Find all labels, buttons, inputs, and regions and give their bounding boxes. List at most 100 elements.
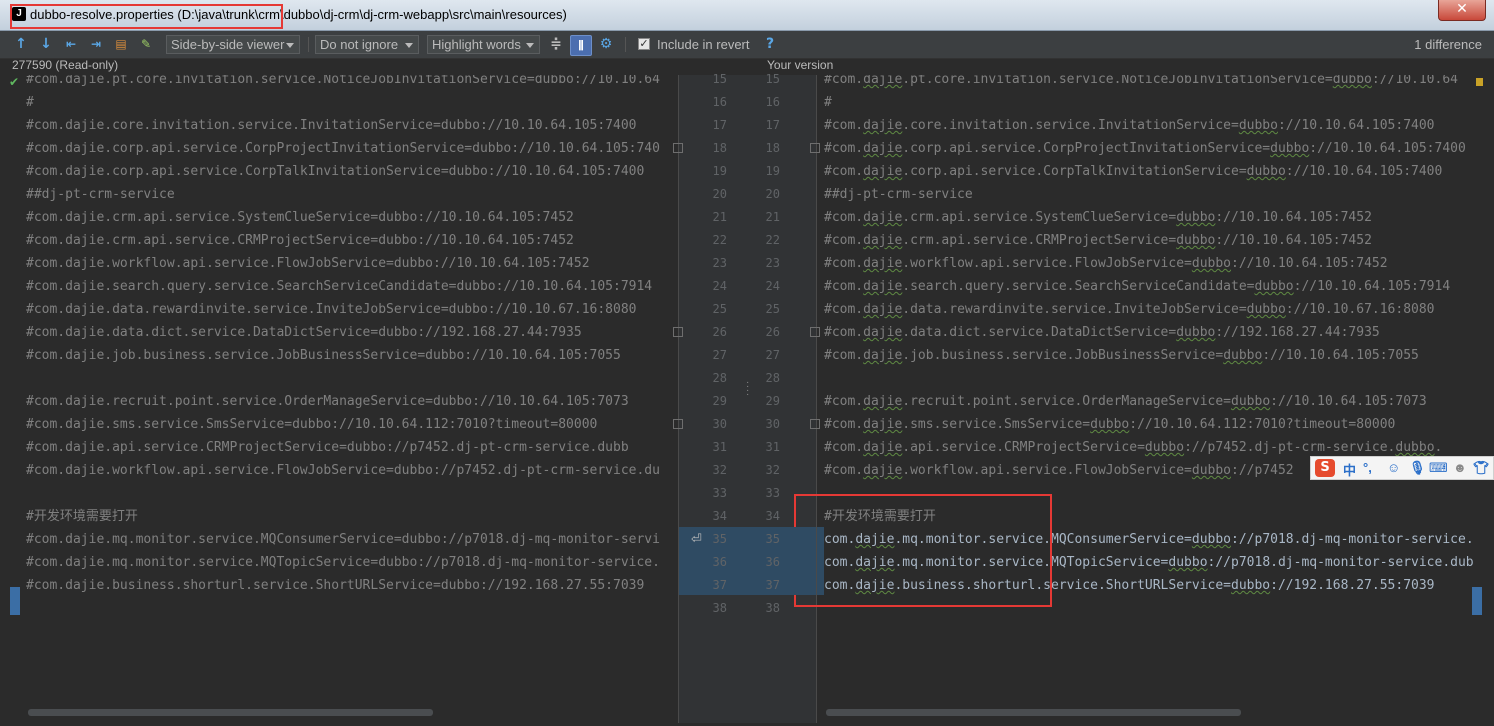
viewer-mode-select[interactable]: Side-by-side viewer bbox=[166, 35, 300, 54]
edit-source-icon[interactable]: ✎ bbox=[136, 35, 156, 54]
code-line[interactable]: #com.dajie.recruit.point.service.OrderMa… bbox=[824, 390, 1427, 413]
shirt-icon[interactable]: 👕︎ bbox=[1473, 460, 1490, 476]
line-number-left: 22 bbox=[712, 233, 727, 247]
left-error-stripe[interactable] bbox=[0, 75, 10, 705]
ime-logo[interactable]: S bbox=[1315, 459, 1335, 477]
line-number-left: 19 bbox=[712, 164, 727, 178]
code-line[interactable]: #com.dajie.crm.api.service.SystemClueSer… bbox=[824, 206, 1372, 229]
include-in-revert-checkbox[interactable]: ✓ bbox=[638, 38, 650, 50]
code-line[interactable]: #com.dajie.corp.api.service.CorpTalkInvi… bbox=[26, 160, 644, 183]
close-window-button[interactable]: ✕ bbox=[1438, 0, 1486, 21]
code-line[interactable]: #com.dajie.crm.api.service.CRMProjectSer… bbox=[26, 229, 574, 252]
code-line[interactable]: #com.dajie.mq.monitor.service.MQConsumer… bbox=[26, 528, 660, 551]
ime-toolbar[interactable]: S 中 °, ☺ 🎙︎ ⌨ ☻ 👕︎ bbox=[1310, 456, 1494, 480]
line-number-right: 26 bbox=[765, 325, 780, 339]
code-line[interactable]: #com.dajie.mq.monitor.service.MQTopicSer… bbox=[26, 551, 660, 574]
change-marker-right[interactable] bbox=[1472, 587, 1482, 615]
user-icon[interactable]: ☻ bbox=[1453, 460, 1467, 475]
line-number-right: 21 bbox=[765, 210, 780, 224]
help-icon[interactable]: ? bbox=[760, 35, 780, 54]
fold-marker-icon[interactable] bbox=[673, 327, 683, 337]
code-line[interactable]: #com.dajie.business.shorturl.service.Sho… bbox=[26, 574, 644, 597]
line-number-right: 27 bbox=[765, 348, 780, 362]
next-file-icon[interactable]: ⇥ bbox=[86, 35, 106, 54]
line-number-right: 18 bbox=[765, 141, 780, 155]
code-line[interactable]: #com.dajie.workflow.api.service.FlowJobS… bbox=[26, 252, 590, 275]
line-number-right: 29 bbox=[765, 394, 780, 408]
keyboard-icon[interactable]: ⌨ bbox=[1429, 460, 1448, 476]
fold-marker-icon[interactable] bbox=[673, 419, 683, 429]
highlight-mode-select[interactable]: Highlight words bbox=[427, 35, 540, 54]
previous-file-icon[interactable]: ⇤ bbox=[61, 35, 81, 54]
code-line[interactable]: #com.dajie.core.invitation.service.Invit… bbox=[26, 114, 636, 137]
code-line[interactable]: #com.dajie.data.rewardinvite.service.Inv… bbox=[824, 298, 1435, 321]
code-line[interactable]: #com.dajie.data.dict.service.DataDictSer… bbox=[824, 321, 1380, 344]
code-line[interactable]: #com.dajie.pt.core.invitation.service.No… bbox=[26, 75, 660, 91]
code-line[interactable]: #com.dajie.crm.api.service.CRMProjectSer… bbox=[824, 229, 1372, 252]
code-line[interactable]: #com.dajie.workflow.api.service.FlowJobS… bbox=[824, 459, 1294, 482]
change-marker-left[interactable] bbox=[10, 587, 20, 615]
fold-marker-icon[interactable] bbox=[810, 327, 820, 337]
code-line[interactable]: #开发环境需要打开 bbox=[26, 505, 138, 528]
code-line[interactable]: #com.dajie.corp.api.service.CorpProjectI… bbox=[26, 137, 660, 160]
code-line[interactable]: # bbox=[824, 91, 832, 114]
splitter-handle[interactable]: · · · · bbox=[746, 378, 749, 400]
microphone-icon[interactable]: 🎙︎ bbox=[1409, 460, 1426, 476]
code-line[interactable]: #com.dajie.job.business.service.JobBusin… bbox=[26, 344, 621, 367]
code-line[interactable]: #com.dajie.workflow.api.service.FlowJobS… bbox=[824, 252, 1388, 275]
compare-icon[interactable]: ▤ bbox=[111, 35, 131, 54]
line-number-right: 34 bbox=[765, 509, 780, 523]
code-line[interactable]: #com.dajie.corp.api.service.CorpProjectI… bbox=[824, 137, 1466, 160]
left-horizontal-scrollbar[interactable] bbox=[28, 709, 433, 716]
code-line[interactable]: ##dj-pt-crm-service bbox=[26, 183, 175, 206]
fold-marker-icon[interactable] bbox=[673, 143, 683, 153]
line-number-left: 21 bbox=[712, 210, 727, 224]
code-line[interactable]: #com.dajie.data.rewardinvite.service.Inv… bbox=[26, 298, 636, 321]
arrow-down-icon[interactable]: ↓ bbox=[36, 35, 56, 54]
code-line[interactable]: #com.dajie.pt.core.invitation.service.No… bbox=[824, 75, 1458, 91]
line-number-left: 23 bbox=[712, 256, 727, 270]
code-line[interactable]: #com.dajie.recruit.point.service.OrderMa… bbox=[26, 390, 629, 413]
ime-mode[interactable]: 中 bbox=[1343, 460, 1356, 479]
line-number-left: 20 bbox=[712, 187, 727, 201]
fold-marker-icon[interactable] bbox=[810, 419, 820, 429]
code-line[interactable]: #com.dajie.sms.service.SmsService=dubbo:… bbox=[26, 413, 597, 436]
apply-change-icon[interactable]: ⏎ bbox=[691, 531, 702, 547]
warning-marker-right[interactable] bbox=[1476, 78, 1483, 86]
fold-marker-icon[interactable] bbox=[810, 143, 820, 153]
line-number-left: 33 bbox=[712, 486, 727, 500]
line-number-right: 37 bbox=[765, 578, 780, 592]
right-horizontal-scrollbar[interactable] bbox=[826, 709, 1241, 716]
right-error-stripe[interactable] bbox=[1484, 75, 1494, 705]
collapse-unchanged-icon[interactable]: ≑ bbox=[546, 35, 566, 54]
sync-scroll-icon[interactable]: ⫼ bbox=[570, 35, 592, 56]
code-line[interactable]: #com.dajie.crm.api.service.SystemClueSer… bbox=[26, 206, 574, 229]
ime-punctuation[interactable]: °, bbox=[1363, 460, 1372, 475]
line-number-left: 17 bbox=[712, 118, 727, 132]
code-line[interactable]: #com.dajie.job.business.service.JobBusin… bbox=[824, 344, 1419, 367]
arrow-up-icon[interactable]: ↑ bbox=[11, 35, 31, 54]
line-number-right: 23 bbox=[765, 256, 780, 270]
line-number-left: 36 bbox=[712, 555, 727, 569]
code-line[interactable]: #com.dajie.sms.service.SmsService=dubbo:… bbox=[824, 413, 1395, 436]
code-line[interactable]: #com.dajie.workflow.api.service.FlowJobS… bbox=[26, 459, 660, 482]
emoji-icon[interactable]: ☺ bbox=[1387, 460, 1400, 475]
code-line[interactable]: #com.dajie.data.dict.service.DataDictSer… bbox=[26, 321, 582, 344]
include-in-revert-label: Include in revert bbox=[657, 37, 750, 52]
code-line[interactable]: #com.dajie.api.service.CRMProjectService… bbox=[26, 436, 629, 459]
settings-icon[interactable]: ⚙ bbox=[596, 35, 616, 54]
code-line[interactable]: #com.dajie.core.invitation.service.Invit… bbox=[824, 114, 1435, 137]
code-line[interactable]: #com.dajie.search.query.service.SearchSe… bbox=[26, 275, 652, 298]
line-number-right: 24 bbox=[765, 279, 780, 293]
code-line[interactable]: #com.dajie.search.query.service.SearchSe… bbox=[824, 275, 1450, 298]
left-editor[interactable]: #com.dajie.pt.core.invitation.service.No… bbox=[26, 75, 672, 723]
code-line[interactable]: ##dj-pt-crm-service bbox=[824, 183, 973, 206]
line-number-right: 31 bbox=[765, 440, 780, 454]
toolbar-separator bbox=[625, 37, 626, 52]
gutter-divider-right bbox=[816, 75, 817, 723]
code-line[interactable]: #com.dajie.corp.api.service.CorpTalkInvi… bbox=[824, 160, 1442, 183]
ignore-mode-select[interactable]: Do not ignore bbox=[315, 35, 419, 54]
line-number-right: 35 bbox=[765, 532, 780, 546]
code-line[interactable]: # bbox=[26, 91, 34, 114]
right-editor[interactable]: #com.dajie.pt.core.invitation.service.No… bbox=[824, 75, 1484, 723]
